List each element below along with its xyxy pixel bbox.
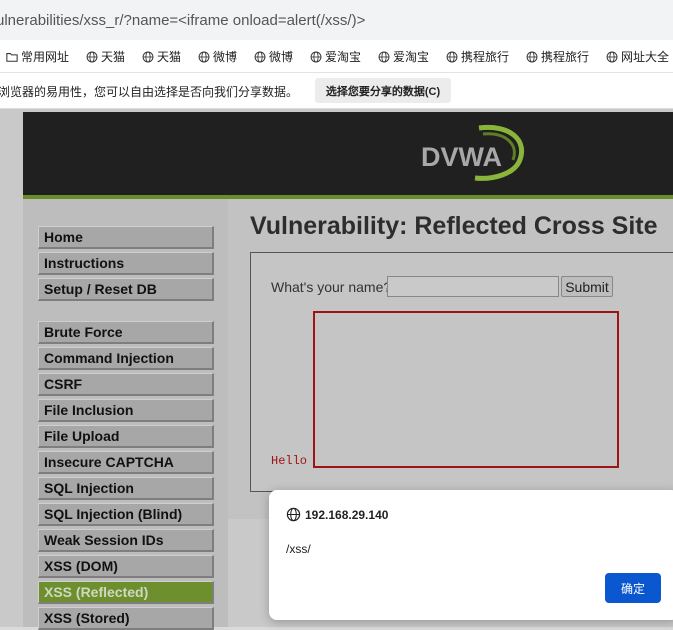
- bookmark-item[interactable]: 常用网址: [6, 48, 69, 65]
- address-bar[interactable]: ulnerabilities/xss_r/?name=<iframe onloa…: [0, 0, 673, 40]
- menu-item-brute-force[interactable]: Brute Force: [38, 321, 214, 344]
- globe-icon: [606, 51, 618, 62]
- menu-item-home[interactable]: Home: [38, 226, 214, 249]
- bookmark-item[interactable]: 天猫: [142, 48, 181, 65]
- name-label: What's your name?: [271, 279, 392, 295]
- globe-icon: [378, 51, 390, 62]
- menu-item-file-inclusion[interactable]: File Inclusion: [38, 399, 214, 422]
- menu-item-setup-reset-db[interactable]: Setup / Reset DB: [38, 278, 214, 301]
- menu-item-sql-injection[interactable]: SQL Injection: [38, 477, 214, 500]
- submit-button[interactable]: Submit: [561, 276, 613, 297]
- ok-button[interactable]: 确定: [605, 573, 661, 603]
- bookmark-item[interactable]: 天猫: [86, 48, 125, 65]
- bookmark-item[interactable]: 携程旅行: [446, 48, 509, 65]
- folder-icon: [6, 52, 18, 62]
- bookmarks-bar: 常用网址 天猫 天猫 微博 微博 爱淘宝 爱淘宝 携程旅行 携程旅行 网址大全: [0, 40, 673, 73]
- dvwa-header: DVWA: [23, 112, 673, 199]
- bookmark-label: 天猫: [157, 50, 182, 64]
- bookmark-item[interactable]: 爱淘宝: [310, 48, 361, 65]
- bookmark-label: 携程旅行: [541, 50, 590, 64]
- menu-item-file-upload[interactable]: File Upload: [38, 425, 214, 448]
- page-title: Vulnerability: Reflected Cross Site: [250, 212, 658, 240]
- globe-icon: [310, 51, 322, 62]
- menu-item-insecure-captcha[interactable]: Insecure CAPTCHA: [38, 451, 214, 474]
- globe-icon: [86, 51, 98, 62]
- globe-icon: [198, 51, 210, 62]
- bookmark-item[interactable]: 携程旅行: [526, 48, 589, 65]
- menu-item-weak-session-ids[interactable]: Weak Session IDs: [38, 529, 214, 552]
- bookmark-item[interactable]: 微博: [254, 48, 293, 65]
- dialog-message: /xss/: [286, 542, 311, 556]
- injected-iframe: [313, 311, 619, 468]
- bookmark-label: 微博: [269, 50, 294, 64]
- bookmark-label: 天猫: [101, 50, 126, 64]
- bookmark-item[interactable]: 网址大全: [606, 48, 669, 65]
- dvwa-logo: DVWA: [421, 124, 524, 181]
- privacy-infobar: 浏览器的易用性，您可以自由选择是否向我们分享数据。 选择您要分享的数据(C): [0, 73, 673, 109]
- globe-icon: [446, 51, 458, 62]
- alert-dialog: 192.168.29.140 /xss/ 确定: [269, 490, 673, 620]
- choose-data-button[interactable]: 选择您要分享的数据(C): [315, 78, 451, 103]
- menu-item-sql-injection-blind[interactable]: SQL Injection (Blind): [38, 503, 214, 526]
- bookmark-label: 网址大全: [621, 50, 670, 64]
- name-input[interactable]: [387, 276, 559, 297]
- bookmark-label: 携程旅行: [461, 50, 510, 64]
- dialog-origin: 192.168.29.140: [305, 508, 389, 522]
- hello-output: Hello: [271, 454, 308, 468]
- menu-item-csrf[interactable]: CSRF: [38, 373, 214, 396]
- menu-item-xss-reflected[interactable]: XSS (Reflected): [38, 581, 214, 604]
- bookmark-item[interactable]: 爱淘宝: [378, 48, 429, 65]
- logo-text: DVWA: [421, 142, 502, 172]
- bookmark-label: 微博: [213, 50, 238, 64]
- bookmark-label: 爱淘宝: [325, 50, 362, 64]
- menu-item-instructions[interactable]: Instructions: [38, 252, 214, 275]
- bookmark-label: 爱淘宝: [393, 50, 430, 64]
- globe-icon: [142, 51, 154, 62]
- globe-icon: [286, 507, 301, 522]
- infobar-text: 浏览器的易用性，您可以自由选择是否向我们分享数据。: [0, 85, 299, 99]
- globe-icon: [254, 51, 266, 62]
- url-text[interactable]: ulnerabilities/xss_r/?name=<iframe onloa…: [0, 12, 365, 29]
- menu-item-command-injection[interactable]: Command Injection: [38, 347, 214, 370]
- bookmark-item[interactable]: 微博: [198, 48, 237, 65]
- globe-icon: [526, 51, 538, 62]
- bookmark-label: 常用网址: [21, 50, 70, 64]
- menu-item-xss-dom[interactable]: XSS (DOM): [38, 555, 214, 578]
